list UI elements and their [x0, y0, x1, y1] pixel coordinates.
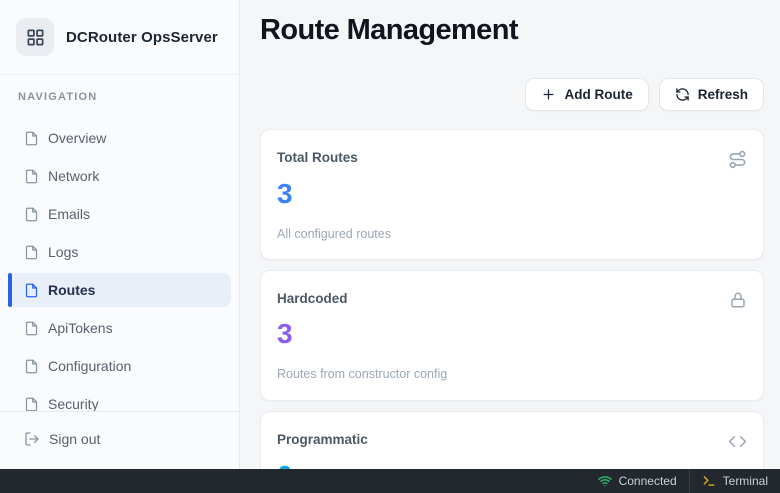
card-title: Hardcoded: [277, 289, 348, 309]
sidebar-header: DCRouter OpsServer: [0, 0, 239, 75]
route-icon: [728, 150, 747, 169]
status-bar: Connected Terminal: [0, 469, 780, 493]
file-icon: [24, 283, 39, 298]
sidebar-item-apitokens[interactable]: ApiTokens: [8, 311, 231, 345]
terminal-icon: [702, 474, 716, 488]
refresh-button[interactable]: Refresh: [659, 78, 764, 111]
card-title: Programmatic: [277, 430, 368, 450]
add-route-button[interactable]: Add Route: [525, 78, 648, 111]
connection-status: Connected: [586, 469, 689, 493]
grid-icon: [16, 18, 54, 56]
connection-label: Connected: [619, 474, 677, 488]
sidebar-item-security[interactable]: Security: [8, 387, 231, 411]
card-total-routes: Total Routes 3 All configured routes: [260, 129, 764, 260]
log-out-icon: [24, 431, 40, 447]
sidebar-item-label: Logs: [48, 244, 78, 260]
toolbar: Add Route Refresh: [260, 78, 764, 111]
card-value: 3: [277, 317, 747, 351]
sidebar-item-label: ApiTokens: [48, 320, 113, 336]
code-icon: [728, 432, 747, 451]
sidebar-item-label: Overview: [48, 130, 106, 146]
sidebar-item-label: Emails: [48, 206, 90, 222]
page-title: Route Management: [260, 12, 764, 48]
sidebar-item-label: Security: [48, 396, 99, 411]
card-value: 3: [277, 177, 747, 211]
file-icon: [24, 397, 39, 412]
sidebar-item-emails[interactable]: Emails: [8, 197, 231, 231]
file-icon: [24, 207, 39, 222]
brand-title: DCRouter OpsServer: [66, 29, 218, 46]
active-indicator: [8, 273, 12, 307]
card-subtitle: Routes from constructor config: [277, 365, 747, 383]
sidebar-item-label: Network: [48, 168, 99, 184]
sidebar-item-network[interactable]: Network: [8, 159, 231, 193]
sign-out-label: Sign out: [49, 431, 100, 447]
card-subtitle: All configured routes: [277, 225, 747, 243]
sidebar-item-label: Routes: [48, 282, 95, 298]
terminal-label: Terminal: [723, 474, 768, 488]
terminal-toggle[interactable]: Terminal: [689, 469, 780, 493]
sidebar-nav: NAVIGATION Overview Network Emails Logs …: [0, 75, 239, 411]
file-icon: [24, 359, 39, 374]
sidebar-item-configuration[interactable]: Configuration: [8, 349, 231, 383]
file-icon: [24, 169, 39, 184]
sidebar-item-logs[interactable]: Logs: [8, 235, 231, 269]
refresh-icon: [675, 87, 690, 102]
add-route-label: Add Route: [564, 87, 632, 102]
nav-section-label: NAVIGATION: [8, 91, 231, 103]
plus-icon: [541, 87, 556, 102]
wifi-icon: [598, 474, 612, 488]
sign-out-button[interactable]: Sign out: [8, 422, 231, 456]
card-title: Total Routes: [277, 148, 358, 168]
stat-cards: Total Routes 3 All configured routes Har…: [260, 129, 764, 493]
file-icon: [24, 245, 39, 260]
lock-icon: [729, 291, 747, 309]
refresh-label: Refresh: [698, 87, 748, 102]
file-icon: [24, 131, 39, 146]
app-window: DCRouter OpsServer NAVIGATION Overview N…: [0, 0, 780, 493]
sidebar: DCRouter OpsServer NAVIGATION Overview N…: [0, 0, 240, 493]
sidebar-item-routes[interactable]: Routes: [8, 273, 231, 307]
card-hardcoded: Hardcoded 3 Routes from constructor conf…: [260, 270, 764, 401]
main-content: Route Management Add Route Refresh: [240, 0, 780, 493]
sidebar-item-label: Configuration: [48, 358, 131, 374]
file-icon: [24, 321, 39, 336]
sidebar-item-overview[interactable]: Overview: [8, 121, 231, 155]
